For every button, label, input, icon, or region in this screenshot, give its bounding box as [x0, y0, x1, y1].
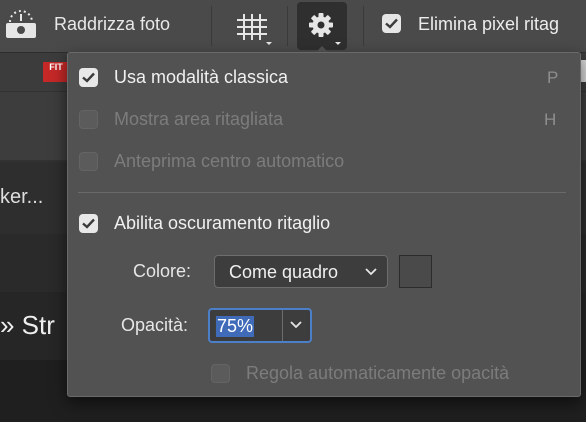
popover-divider: [78, 192, 566, 193]
auto-center-preview-label: Anteprima centro automatico: [114, 151, 345, 171]
auto-center-preview-checkbox[interactable]: [79, 152, 98, 171]
delete-pixels-checkbox[interactable]: [382, 14, 401, 33]
classic-mode-label: Usa modalità classica: [114, 67, 289, 87]
classic-mode-shortcut: P: [547, 68, 559, 87]
straighten-icon[interactable]: [4, 10, 38, 40]
grid-overlay-button[interactable]: [228, 6, 276, 46]
document-thumbnail-icon[interactable]: FIT: [43, 62, 69, 82]
toolbar-divider: [363, 6, 364, 46]
shield-color-swatch[interactable]: [399, 255, 432, 288]
background-field-text: ker...: [0, 186, 44, 208]
delete-pixels-label: Elimina pixel ritag: [418, 14, 560, 34]
auto-adjust-opacity-label: Regola automaticamente opacità: [246, 363, 510, 383]
app-window: Raddrizza foto Elimina pixel ritag FIT k…: [0, 0, 586, 422]
options-bar: Raddrizza foto Elimina pixel ritag: [0, 0, 586, 53]
settings-button[interactable]: [297, 2, 347, 50]
shield-opacity-combo[interactable]: 75%: [208, 308, 312, 343]
toolbar-divider: [211, 6, 212, 46]
toolbar-divider: [287, 6, 288, 46]
shield-opacity-input[interactable]: 75%: [216, 316, 255, 337]
classic-mode-checkbox[interactable]: [79, 68, 98, 87]
background-heading: » Str: [0, 310, 55, 340]
shield-color-select[interactable]: Come quadro: [214, 255, 388, 288]
show-cropped-area-shortcut: H: [544, 110, 557, 129]
gear-icon: [309, 13, 341, 45]
combo-divider: [282, 310, 283, 341]
chevron-down-icon: [365, 268, 377, 276]
grid-overlay-icon: [237, 14, 272, 45]
straighten-button[interactable]: Raddrizza foto: [54, 14, 170, 35]
enable-crop-shield-label: Abilita oscuramento ritaglio: [114, 213, 331, 233]
chevron-down-icon[interactable]: [290, 321, 302, 329]
auto-adjust-opacity-checkbox[interactable]: [211, 364, 230, 383]
show-cropped-area-checkbox[interactable]: [79, 110, 98, 129]
shield-color-label: Colore:: [133, 261, 192, 281]
enable-crop-shield-checkbox[interactable]: [79, 214, 98, 233]
shield-color-value: Come quadro: [229, 262, 339, 282]
crop-settings-popover: Usa modalità classica P Mostra area rita…: [67, 52, 581, 397]
shield-opacity-label: Opacità:: [121, 315, 189, 335]
show-cropped-area-label: Mostra area ritagliata: [114, 109, 284, 129]
